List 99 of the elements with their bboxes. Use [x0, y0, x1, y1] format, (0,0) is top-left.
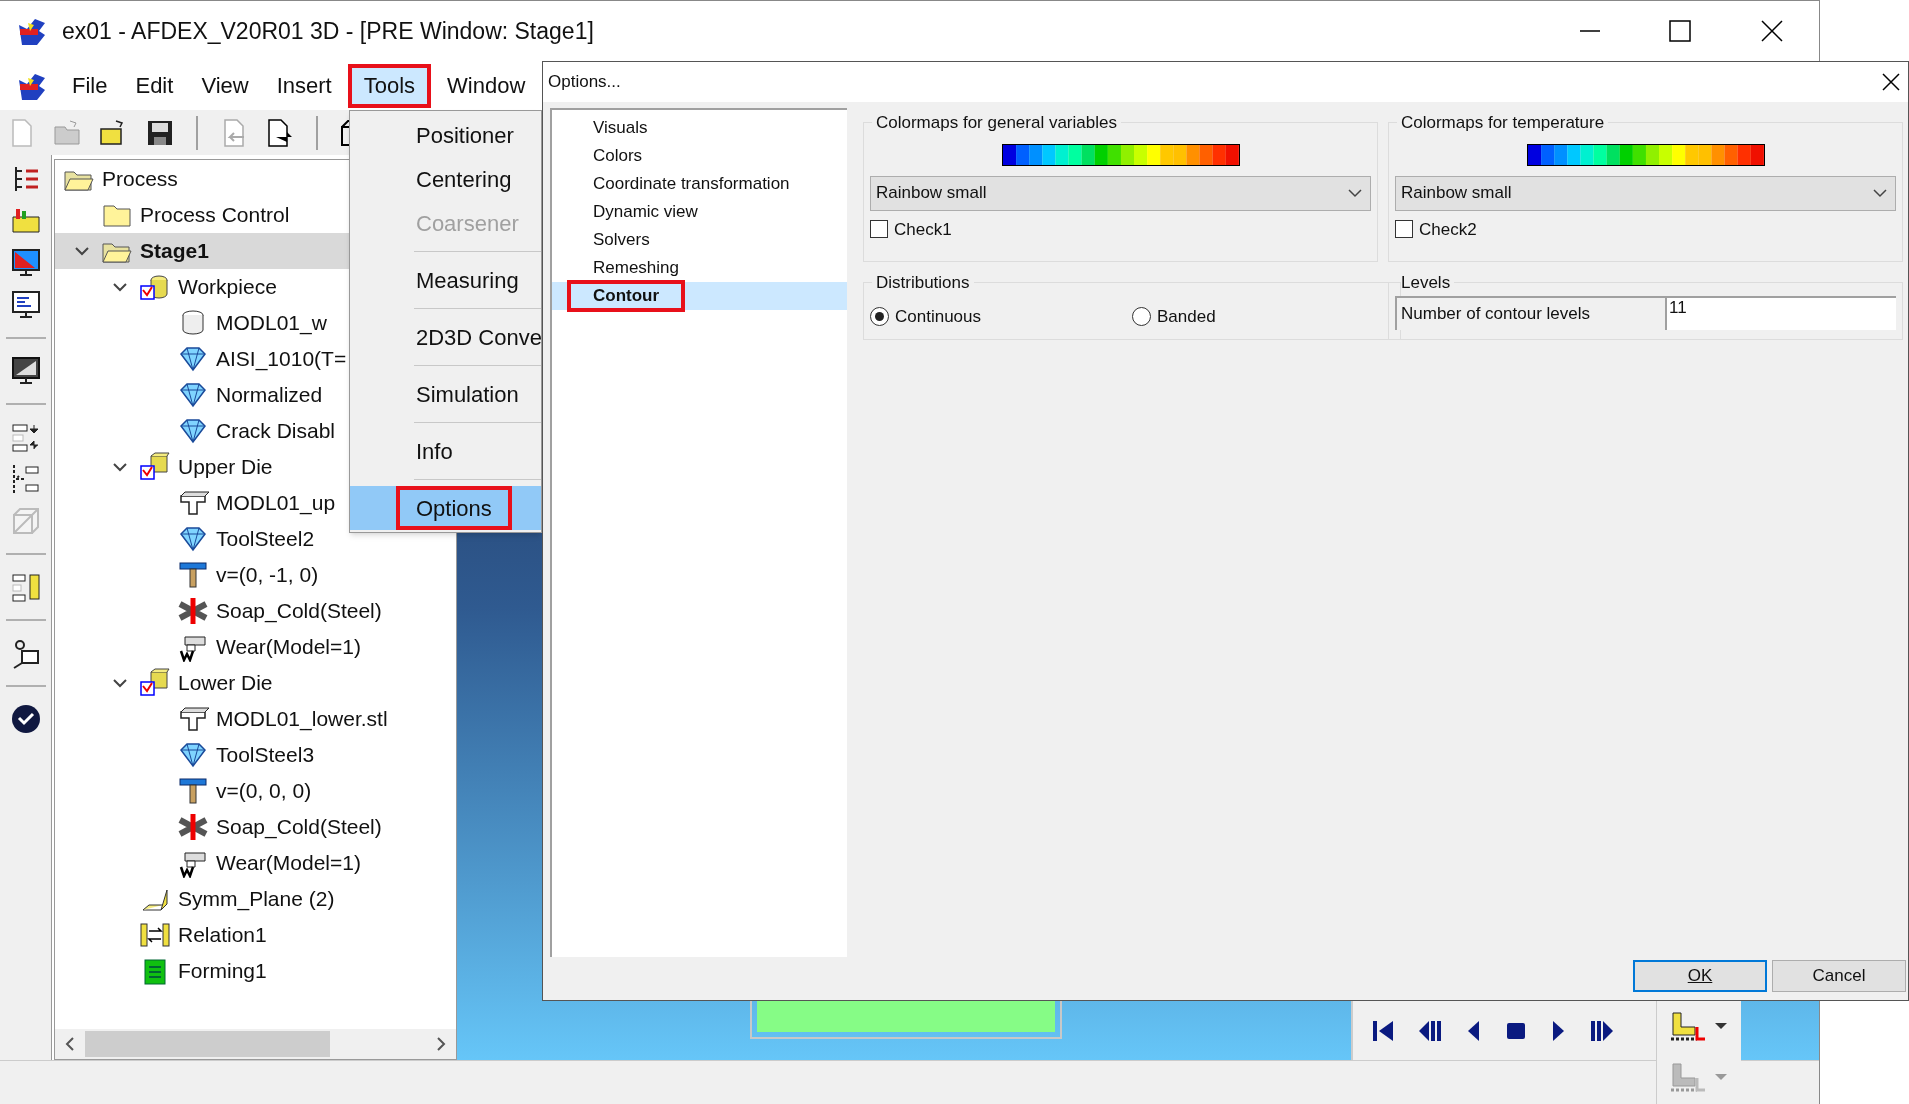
- menu-entry[interactable]: Simulation: [350, 372, 541, 416]
- close-icon[interactable]: [1882, 73, 1900, 91]
- maximize-icon[interactable]: [1669, 20, 1691, 42]
- dialog-button[interactable]: OK: [1633, 960, 1767, 992]
- checkbox[interactable]: [870, 220, 888, 239]
- diamond-icon: [177, 740, 209, 770]
- checkbox-label: Check1: [894, 218, 952, 241]
- monitor-icon[interactable]: [9, 289, 42, 321]
- tree-item[interactable]: Symm_Plane (2): [55, 881, 456, 917]
- tree-label: Forming1: [178, 958, 267, 985]
- tree-label: Soap_Cold(Steel): [216, 814, 382, 841]
- tree-label: Process: [102, 166, 178, 193]
- menu-item[interactable]: Window: [435, 63, 538, 108]
- field-label: Number of contour levels: [1395, 295, 1665, 330]
- ruler-icon[interactable]: [9, 571, 42, 603]
- menu-entry[interactable]: Positioner: [350, 113, 541, 157]
- tree-item[interactable]: ToolSteel3: [55, 737, 456, 773]
- menu-item[interactable]: File: [60, 63, 120, 108]
- tree-label: Process Control: [140, 202, 290, 229]
- tree-item[interactable]: Soap_Cold(Steel): [55, 809, 456, 845]
- tree-label: Workpiece: [178, 274, 277, 301]
- chevron-down-icon: [1348, 188, 1362, 198]
- tree-label: ToolSteel3: [216, 742, 315, 769]
- tree-item[interactable]: v=(0, 0, 0): [55, 773, 456, 809]
- tree-label: Soap_Cold(Steel): [216, 598, 382, 625]
- hammer-icon: [177, 776, 209, 806]
- tree-item[interactable]: Lower Die: [55, 665, 456, 701]
- tree-label: Crack Disabl: [216, 418, 336, 445]
- page-list-item[interactable]: Remeshing: [552, 254, 847, 282]
- tree-label: Wear(Model=1): [216, 850, 361, 877]
- monitor-icon[interactable]: [9, 247, 42, 279]
- cylinder-icon: [139, 272, 171, 302]
- menu-item[interactable]: Tools: [347, 63, 432, 108]
- page-list-item[interactable]: Solvers: [552, 226, 847, 254]
- group-legend: Distributions: [872, 270, 974, 296]
- page-list-item[interactable]: Dynamic view: [552, 198, 847, 226]
- checkbox[interactable]: [1395, 220, 1413, 239]
- tree-label: Stage1: [140, 238, 209, 265]
- colormap-select[interactable]: Rainbow small: [870, 175, 1371, 211]
- radio-button[interactable]: [870, 306, 889, 326]
- block-icon: [139, 668, 171, 698]
- horizontal-scrollbar[interactable]: [55, 1029, 456, 1059]
- menu-item[interactable]: View: [189, 63, 261, 108]
- group-legend: Levels: [1397, 270, 1455, 296]
- group-legend: Colormaps for temperature: [1397, 110, 1609, 136]
- block-icon: [177, 488, 209, 518]
- tree-item[interactable]: Relation1: [55, 917, 456, 953]
- menu-entry[interactable]: Info: [350, 429, 541, 473]
- tree-label: Lower Die: [178, 670, 273, 697]
- monitor-icon[interactable]: [9, 355, 42, 387]
- page-list-item[interactable]: Visuals: [552, 114, 847, 142]
- page-list-item[interactable]: Coordinate transformation: [552, 170, 847, 198]
- group-legend: Colormaps for general variables: [872, 110, 1121, 136]
- arrows-icon: [139, 920, 171, 950]
- tree-label: MODL01_w: [216, 310, 327, 337]
- block-icon: [177, 704, 209, 734]
- scrollbar-thumb[interactable]: [85, 1031, 330, 1057]
- tree-item[interactable]: Wear(Model=1): [55, 629, 456, 665]
- close-icon[interactable]: [1761, 20, 1783, 42]
- tree-label: AISI_1010(T=: [216, 346, 347, 373]
- tree-label: v=(0, 0, 0): [216, 778, 312, 805]
- menu-entry[interactable]: Centering: [350, 157, 541, 201]
- tree-item[interactable]: v=(0, -1, 0): [55, 557, 456, 593]
- radio-label: Banded: [1157, 305, 1216, 328]
- menu-entry[interactable]: 2D3D Conve: [350, 315, 541, 359]
- tree-label: ToolSteel2: [216, 526, 315, 553]
- tree-item[interactable]: Wear(Model=1): [55, 845, 456, 881]
- diamond-icon: [177, 524, 209, 554]
- tree-label: Upper Die: [178, 454, 273, 481]
- levels-input[interactable]: 11: [1665, 295, 1896, 330]
- tree-label: Wear(Model=1): [216, 634, 361, 661]
- page-list-item[interactable]: Contour: [552, 282, 847, 310]
- tree-label: MODL01_lower.stl: [216, 706, 388, 733]
- checkbox-label: Check2: [1419, 218, 1477, 241]
- window-title: ex01 - AFDEX_V20R01 3D - [PRE Window: Stage1]: [62, 16, 594, 46]
- diamond-icon: [177, 344, 209, 374]
- tree-label: v=(0, -1, 0): [216, 562, 319, 589]
- radio-button[interactable]: [1132, 306, 1151, 326]
- tree-label: Relation1: [178, 922, 267, 949]
- check-circle-icon[interactable]: [9, 703, 42, 735]
- dialog-button[interactable]: Cancel: [1772, 960, 1906, 992]
- page-list-item[interactable]: Colors: [552, 142, 847, 170]
- tree-item[interactable]: Forming1: [55, 953, 456, 989]
- hammer-icon: [177, 560, 209, 590]
- tree-item[interactable]: MODL01_lower.stl: [55, 701, 456, 737]
- dialog-title: Options...: [548, 71, 621, 94]
- diamond-icon: [177, 416, 209, 446]
- tree-label: Symm_Plane (2): [178, 886, 335, 913]
- menu-entry[interactable]: Options: [350, 486, 541, 530]
- menu-item[interactable]: Insert: [264, 63, 344, 108]
- tree-label: MODL01_up: [216, 490, 336, 517]
- tree-item[interactable]: Soap_Cold(Steel): [55, 593, 456, 629]
- colormap-select[interactable]: Rainbow small: [1395, 175, 1896, 211]
- chevron-down-icon: [1873, 188, 1887, 198]
- menu-item[interactable]: Edit: [123, 63, 186, 108]
- radio-label: Continuous: [895, 305, 981, 328]
- tree-label: Normalized: [216, 382, 323, 409]
- diamond-icon: [177, 380, 209, 410]
- block-icon: [139, 452, 171, 482]
